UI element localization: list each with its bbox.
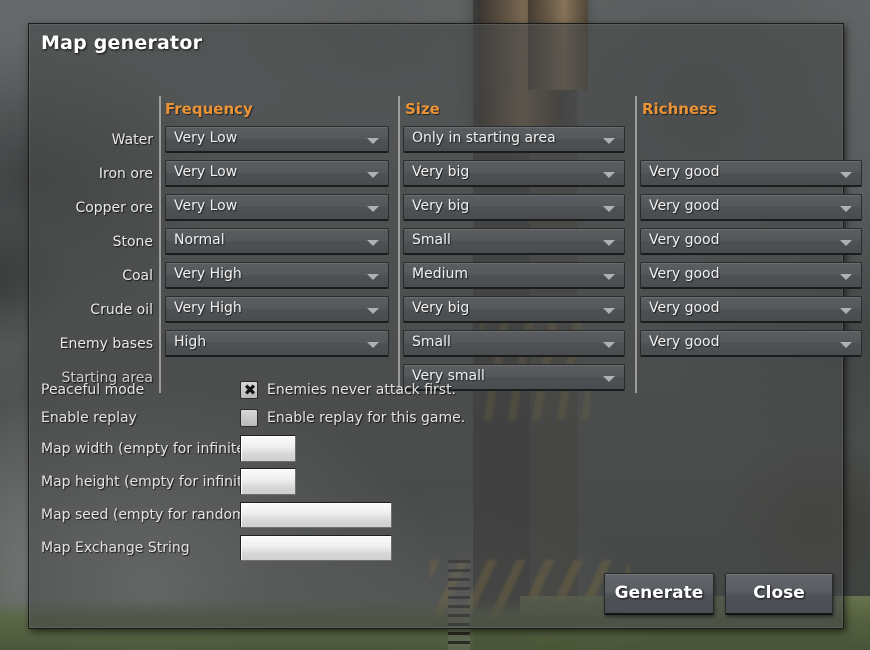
label-map-seed: Map seed (empty for random): <box>41 507 256 523</box>
map-generator-dialog: Map generator Frequency Size Richness Wa… <box>28 23 862 630</box>
input-map-width[interactable] <box>240 435 296 462</box>
label-map-exchange-string: Map Exchange String <box>41 540 190 556</box>
generate-button[interactable]: Generate <box>604 573 714 615</box>
close-button[interactable]: Close <box>725 573 833 615</box>
label-peaceful-mode: Peaceful mode <box>41 382 145 398</box>
checkbox-peaceful-mode[interactable] <box>240 379 258 401</box>
input-map-exchange-string[interactable] <box>240 535 392 561</box>
label-enable-replay: Enable replay <box>41 410 137 426</box>
checkbox-label-enable-replay: Enable replay for this game. <box>267 410 466 426</box>
map-options-section: Peaceful mode Enemies never attack first… <box>29 24 845 630</box>
checkbox-label-peaceful-mode: Enemies never attack first. <box>267 382 457 398</box>
label-map-height: Map height (empty for infinite): <box>41 474 262 490</box>
label-map-width: Map width (empty for infinite): <box>41 441 256 457</box>
input-map-seed[interactable] <box>240 502 392 528</box>
input-map-height[interactable] <box>240 468 296 495</box>
checkbox-enable-replay[interactable] <box>240 409 258 427</box>
